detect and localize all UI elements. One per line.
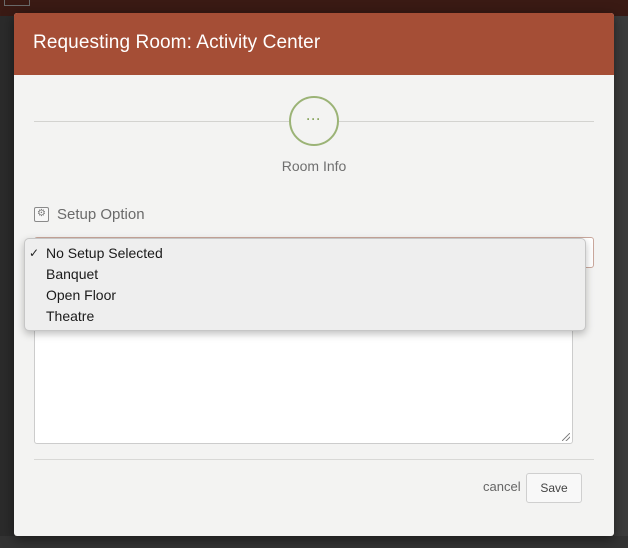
option-label: Banquet [46,266,99,282]
setup-option-dropdown: ✓ No Setup Selected Banquet Open Floor T… [24,238,586,331]
modal-header: Requesting Room: Activity Center [14,13,614,75]
background-bottom-area [0,536,628,548]
background-menu-icon [4,0,30,6]
stepper-line-left [34,121,289,122]
setup-option-heading: ⚙ Setup Option [34,205,145,223]
resize-handle-icon[interactable] [562,433,570,441]
ellipsis-icon: ··· [306,112,322,126]
footer-divider [34,459,594,460]
dropdown-option-banquet[interactable]: Banquet [25,264,585,285]
checkmark-icon: ✓ [29,246,40,260]
cancel-link[interactable]: cancel [483,479,521,494]
save-button[interactable]: Save [526,473,582,503]
option-label: Open Floor [46,287,117,303]
notes-textarea[interactable] [34,313,573,444]
step-label: Room Info [281,158,347,174]
modal-title: Requesting Room: Activity Center [33,32,321,53]
option-label: No Setup Selected [46,245,163,261]
dropdown-option-no-setup[interactable]: ✓ No Setup Selected [25,243,585,264]
background-content-strip [614,16,628,548]
setup-option-label: Setup Option [57,205,145,223]
dropdown-option-theatre[interactable]: Theatre [25,306,585,327]
step-indicator-room-info: ··· [289,96,339,146]
option-label: Theatre [46,308,95,324]
stepper-line-right [339,121,594,122]
gear-icon: ⚙ [34,206,49,222]
dropdown-option-open-floor[interactable]: Open Floor [25,285,585,306]
